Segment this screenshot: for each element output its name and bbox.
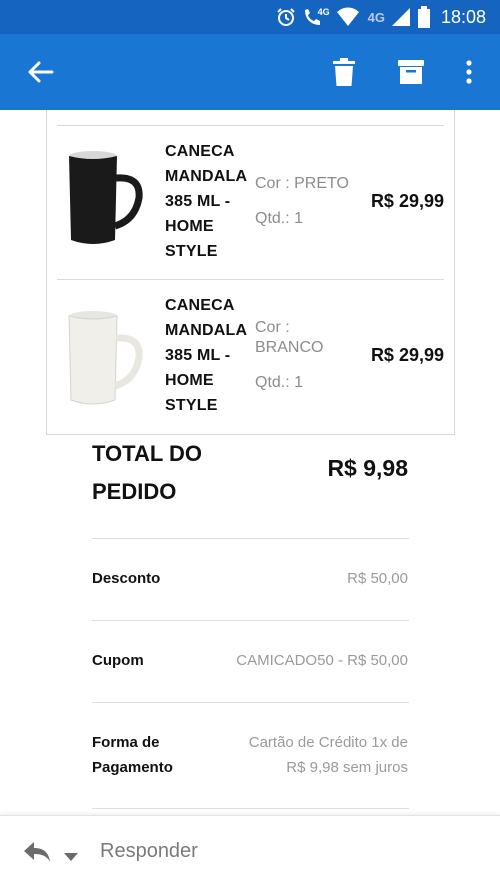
more-options-button[interactable] bbox=[456, 34, 482, 110]
order-items-card: CANECA MANDALA 385 ML - HOME STYLE Cor :… bbox=[46, 110, 455, 435]
payment-label: Forma de Pagamento bbox=[92, 734, 173, 776]
archive-icon bbox=[398, 60, 424, 84]
back-button[interactable] bbox=[18, 34, 62, 110]
product-qty: Qtd.: 1 bbox=[255, 374, 304, 391]
signal-icon bbox=[391, 7, 411, 27]
product-price: R$ 29,99 bbox=[370, 191, 444, 211]
divider bbox=[92, 538, 409, 539]
archive-button[interactable] bbox=[390, 34, 432, 110]
status-bar: 4G 4G 18:08 bbox=[0, 0, 500, 34]
divider bbox=[92, 620, 409, 621]
payment-value: Cartão de Crédito 1x de R$ 9,98 sem juro… bbox=[248, 734, 408, 776]
battery-icon bbox=[417, 6, 431, 28]
clock: 18:08 bbox=[440, 6, 486, 27]
product-row: CANECA MANDALA 385 ML - HOME STYLE Cor :… bbox=[47, 280, 456, 434]
white-mug-image bbox=[65, 308, 145, 413]
network-label-2: 4G bbox=[367, 9, 385, 25]
app-bar bbox=[0, 34, 500, 110]
reply-bar: Responder bbox=[0, 815, 500, 889]
call-4g-icon: 4G bbox=[302, 7, 330, 27]
product-color: Cor : PRETO bbox=[255, 175, 349, 192]
delete-button[interactable] bbox=[326, 34, 362, 110]
divider bbox=[92, 808, 409, 809]
caret-down-icon[interactable] bbox=[64, 848, 78, 866]
black-mug-image bbox=[65, 148, 145, 253]
trash-icon bbox=[333, 58, 355, 86]
discount-value: R$ 50,00 bbox=[347, 570, 408, 587]
discount-label: Desconto bbox=[92, 570, 161, 587]
reply-icon[interactable] bbox=[22, 840, 52, 869]
total-label: TOTAL DO PEDIDO bbox=[92, 441, 202, 504]
product-row: CANECA MANDALA 385 ML - HOME STYLE Cor :… bbox=[47, 126, 456, 280]
coupon-value: CAMICADO50 - R$ 50,00 bbox=[236, 652, 408, 669]
total-value: R$ 9,98 bbox=[327, 455, 408, 481]
product-name: CANECA MANDALA 385 ML - HOME STYLE bbox=[165, 143, 248, 260]
alarm-icon bbox=[276, 7, 296, 27]
reply-button[interactable]: Responder bbox=[100, 840, 198, 863]
arrow-left-icon bbox=[28, 61, 54, 83]
product-qty: Qtd.: 1 bbox=[255, 210, 304, 227]
product-color: Cor : BRANCO bbox=[255, 319, 324, 356]
product-name: CANECA MANDALA 385 ML - HOME STYLE bbox=[165, 297, 248, 414]
coupon-label: Cupom bbox=[92, 652, 144, 669]
product-price: R$ 29,99 bbox=[370, 345, 444, 365]
more-vertical-icon bbox=[466, 60, 472, 84]
wifi-icon bbox=[336, 7, 360, 27]
network-label-1: 4G bbox=[317, 7, 330, 17]
divider bbox=[92, 702, 409, 703]
